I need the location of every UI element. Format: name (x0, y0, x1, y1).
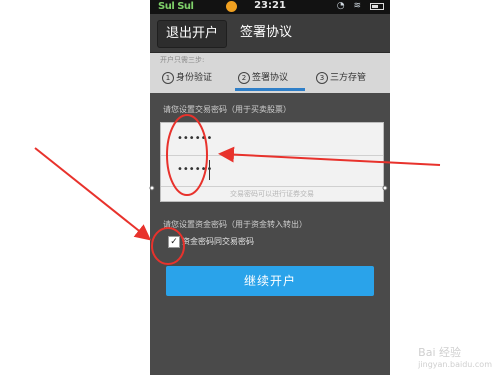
continue-account-opening-button[interactable]: 继续开户 (166, 266, 374, 296)
same-as-trade-checkbox[interactable]: ✓ (168, 236, 180, 248)
watermark-url: jingyan.baidu.com (418, 360, 492, 369)
active-step-indicator (235, 88, 305, 91)
annotation-arrow-left (34, 147, 152, 241)
phone-screen: Sul Sul 23:21 ◔ ≋ 退出开户 签署协议 开户只需三步: 1 身份验… (150, 0, 390, 375)
step-label: 身份验证 (176, 73, 213, 83)
same-as-trade-label: 资金密码同交易密码 (182, 237, 254, 246)
confirm-password-field[interactable]: •••••• (161, 156, 383, 187)
page-title: 签署协议 (240, 25, 293, 40)
trade-password-field[interactable]: •••••• (161, 125, 383, 156)
status-bar: Sul Sul 23:21 ◔ ≋ (150, 0, 390, 14)
step-number: 1 (162, 72, 174, 84)
step-number: 2 (238, 72, 250, 84)
step-sign-agreement: 2 签署协议 (238, 70, 288, 84)
password-mask: •••••• (177, 133, 213, 144)
top-nav: 退出开户 签署协议 (150, 14, 390, 53)
watermark: Bai 经验 jingyan.baidu.com (418, 344, 492, 369)
wifi-icon: ◔ ≋ (336, 1, 364, 11)
step-third-party-custody: 3 三方存管 (316, 70, 366, 84)
step-label: 三方存管 (330, 73, 367, 83)
step-label: 签署协议 (252, 73, 289, 83)
text-cursor (209, 160, 210, 180)
trade-password-title: 请您设置交易密码（用于买卖股票） (163, 105, 291, 114)
password-mask: •••••• (177, 164, 213, 175)
trade-password-hint: 交易密码可以进行证券交易 (230, 190, 314, 198)
watermark-text: Bai 经验 (418, 346, 462, 359)
trade-password-box: •••••• •••••• 交易密码可以进行证券交易 (160, 122, 384, 202)
fund-password-title: 请您设置资金密码（用于资金转入转出） (163, 220, 307, 229)
battery-icon (370, 3, 384, 10)
step-number: 3 (316, 72, 328, 84)
step-identity: 1 身份验证 (162, 70, 212, 84)
exit-account-opening-button[interactable]: 退出开户 (157, 20, 228, 48)
step-progress-bar: 开户只需三步: 1 身份验证 2 签署协议 3 三方存管 (150, 53, 390, 93)
step-caption: 开户只需三步: (160, 56, 205, 64)
